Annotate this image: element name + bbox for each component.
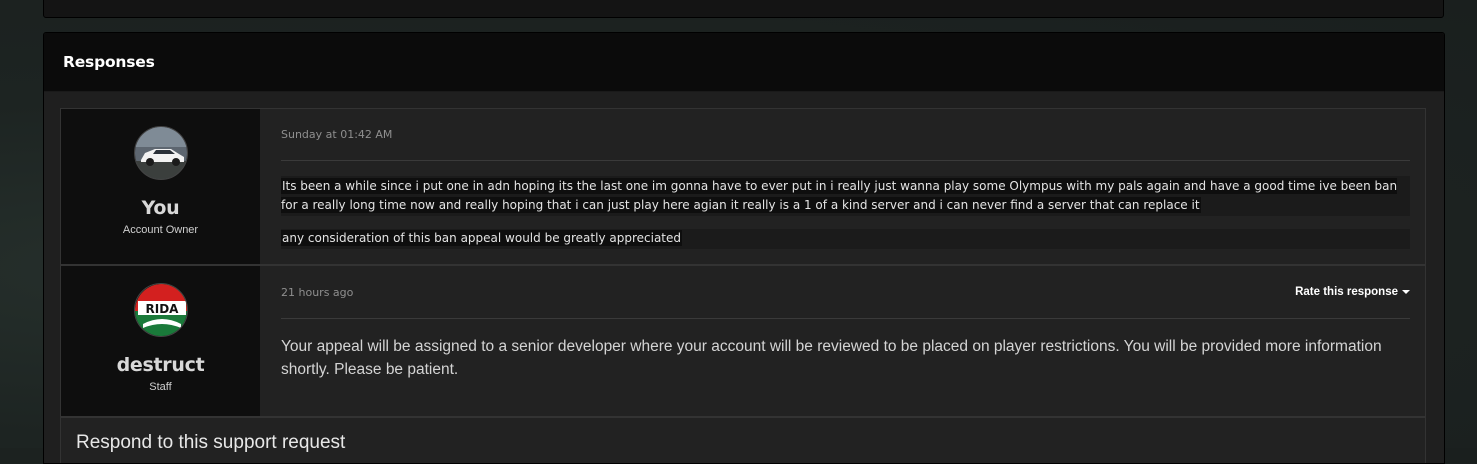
post-author: RIDA destruct Staff (61, 266, 260, 416)
author-role: Account Owner (122, 224, 199, 236)
post-meta: Sunday at 01:42 AM (281, 109, 1410, 161)
post-paragraph-text: Its been a while since i put one in adn … (281, 178, 1398, 213)
author-name[interactable]: You (61, 197, 260, 219)
responses-panel: Responses You Account Owner Sunday at 01… (43, 32, 1445, 464)
previous-panel (43, 0, 1444, 18)
post-text: Your appeal will be assigned to a senior… (281, 338, 1382, 378)
author-role: Staff (149, 381, 172, 393)
post-paragraph-text: any consideration of this ban appeal wou… (281, 230, 682, 246)
post-author: You Account Owner (61, 109, 260, 264)
post-meta: 21 hours ago Rate this response (281, 266, 1410, 319)
post-paragraph: any consideration of this ban appeal wou… (281, 229, 1410, 249)
respond-section: Respond to this support request (60, 417, 1426, 463)
car-avatar-image (134, 127, 187, 179)
author-name[interactable]: destruct (61, 354, 260, 376)
post-timestamp: Sunday at 01:42 AM (281, 128, 393, 141)
rate-response-label: Rate this response (1295, 286, 1398, 298)
avatar[interactable]: RIDA (133, 283, 188, 337)
logo-avatar-image: RIDA (134, 284, 187, 336)
rate-response-button[interactable]: Rate this response (1295, 286, 1410, 298)
avatar[interactable] (133, 126, 188, 180)
respond-title: Respond to this support request (76, 432, 346, 453)
post-timestamp: 21 hours ago (281, 285, 354, 299)
caret-down-icon (1402, 290, 1410, 294)
responses-header: Responses (44, 33, 1444, 92)
response-post: You Account Owner Sunday at 01:42 AM Its… (60, 108, 1426, 265)
post-body: 21 hours ago Rate this response Your app… (260, 266, 1425, 416)
svg-text:RIDA: RIDA (145, 302, 179, 316)
post-paragraph: Its been a while since i put one in adn … (281, 176, 1410, 216)
responses-title: Responses (63, 53, 155, 71)
post-body: Sunday at 01:42 AM Its been a while sinc… (260, 109, 1425, 264)
response-post: RIDA destruct Staff 21 hours ago Rate th… (60, 265, 1426, 417)
